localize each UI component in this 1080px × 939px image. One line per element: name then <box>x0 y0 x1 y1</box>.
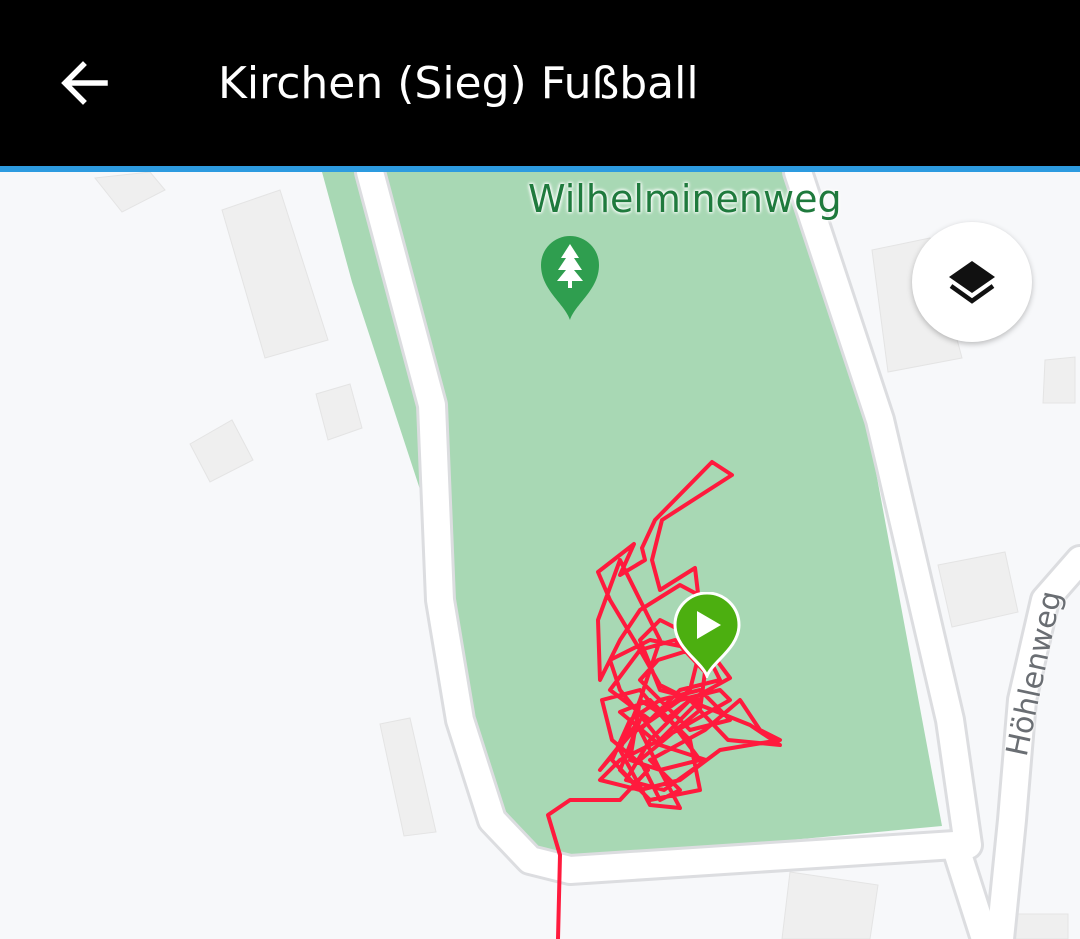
app-header: Kirchen (Sieg) Fußball <box>0 0 1080 166</box>
park-name-label: Wilhelminenweg <box>528 177 842 221</box>
poi-marker[interactable] <box>537 232 603 322</box>
page-title: Kirchen (Sieg) Fußball <box>218 58 699 109</box>
start-marker[interactable] <box>672 592 742 678</box>
layers-icon <box>949 261 995 304</box>
arrow-left-icon <box>61 61 108 105</box>
back-button[interactable] <box>46 44 124 122</box>
map-layers-button[interactable] <box>912 222 1032 342</box>
